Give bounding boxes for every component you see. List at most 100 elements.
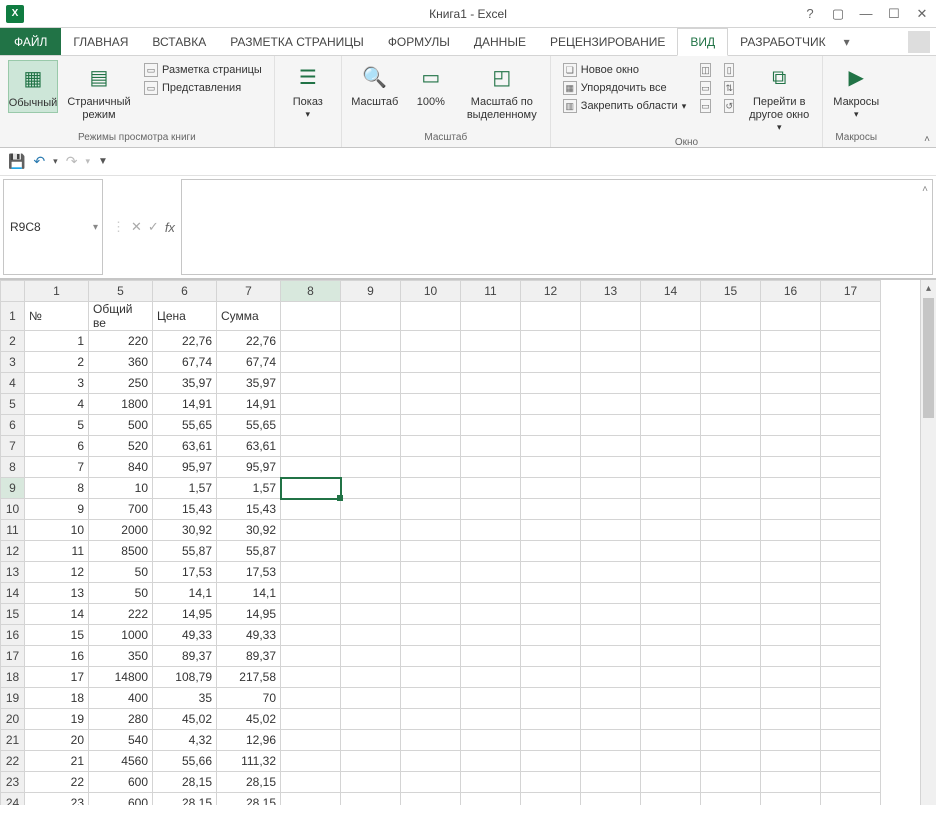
- cell[interactable]: [341, 415, 401, 436]
- cell[interactable]: [701, 331, 761, 352]
- cell[interactable]: [521, 541, 581, 562]
- cell[interactable]: 63,61: [153, 436, 217, 457]
- tab-вид[interactable]: ВИД: [677, 28, 728, 56]
- cell[interactable]: [401, 394, 461, 415]
- cell[interactable]: [701, 667, 761, 688]
- cell[interactable]: [341, 436, 401, 457]
- accept-formula-icon[interactable]: ✓: [148, 219, 159, 235]
- cell[interactable]: [581, 709, 641, 730]
- fx-icon[interactable]: fx: [165, 220, 175, 235]
- cell[interactable]: [581, 520, 641, 541]
- undo-menu-icon[interactable]: ▾: [53, 156, 58, 167]
- cell[interactable]: 14,1: [217, 583, 281, 604]
- cell[interactable]: [641, 478, 701, 499]
- undo-icon[interactable]: ↶: [33, 153, 45, 170]
- cell[interactable]: [701, 394, 761, 415]
- cell[interactable]: 14: [25, 604, 89, 625]
- cell[interactable]: [341, 709, 401, 730]
- cell[interactable]: 28,15: [153, 793, 217, 806]
- cell[interactable]: [401, 583, 461, 604]
- cell[interactable]: [521, 478, 581, 499]
- cell[interactable]: [461, 520, 521, 541]
- cell[interactable]: 18: [25, 688, 89, 709]
- cell[interactable]: [521, 751, 581, 772]
- cell[interactable]: [641, 520, 701, 541]
- cell[interactable]: [341, 520, 401, 541]
- cell[interactable]: 1: [25, 331, 89, 352]
- cell[interactable]: [761, 541, 821, 562]
- cell[interactable]: [581, 541, 641, 562]
- cell[interactable]: [641, 667, 701, 688]
- row-header[interactable]: 16: [1, 625, 25, 646]
- cell[interactable]: [341, 583, 401, 604]
- cell[interactable]: 19: [25, 709, 89, 730]
- cell[interactable]: [821, 793, 881, 806]
- view-custom-views-button[interactable]: ▭ Представления: [140, 80, 266, 96]
- col-header-14[interactable]: 14: [641, 281, 701, 302]
- cell[interactable]: [521, 625, 581, 646]
- cell[interactable]: [521, 646, 581, 667]
- cell[interactable]: 2: [25, 352, 89, 373]
- cell[interactable]: [581, 373, 641, 394]
- zoom-100-button[interactable]: ▭ 100%: [406, 60, 456, 111]
- row-header[interactable]: 21: [1, 730, 25, 751]
- cell[interactable]: 108,79: [153, 667, 217, 688]
- cell[interactable]: [821, 709, 881, 730]
- cell[interactable]: [401, 415, 461, 436]
- cell[interactable]: 6: [25, 436, 89, 457]
- row-header[interactable]: 14: [1, 583, 25, 604]
- cell[interactable]: [461, 667, 521, 688]
- ribbon-options-icon[interactable]: ▢: [824, 0, 852, 28]
- cell[interactable]: [401, 604, 461, 625]
- cell[interactable]: [821, 478, 881, 499]
- cell[interactable]: [461, 457, 521, 478]
- cell[interactable]: [761, 499, 821, 520]
- cell[interactable]: [401, 457, 461, 478]
- cell[interactable]: 21: [25, 751, 89, 772]
- cell[interactable]: [581, 772, 641, 793]
- cell[interactable]: [701, 302, 761, 331]
- cell[interactable]: [281, 520, 341, 541]
- cell[interactable]: [341, 331, 401, 352]
- cell[interactable]: [821, 541, 881, 562]
- cell[interactable]: 14,95: [217, 604, 281, 625]
- col-header-6[interactable]: 6: [153, 281, 217, 302]
- cell[interactable]: 1,57: [217, 478, 281, 499]
- cell[interactable]: [461, 436, 521, 457]
- cell[interactable]: 600: [89, 772, 153, 793]
- row-header[interactable]: 17: [1, 646, 25, 667]
- cell[interactable]: [641, 499, 701, 520]
- cell[interactable]: [821, 436, 881, 457]
- cell[interactable]: [821, 772, 881, 793]
- cell[interactable]: 67,74: [153, 352, 217, 373]
- cell[interactable]: [701, 793, 761, 806]
- cell[interactable]: [641, 730, 701, 751]
- cell[interactable]: [521, 331, 581, 352]
- cell[interactable]: [461, 625, 521, 646]
- cell[interactable]: [281, 415, 341, 436]
- row-header[interactable]: 15: [1, 604, 25, 625]
- cell[interactable]: 15,43: [153, 499, 217, 520]
- cell[interactable]: [341, 793, 401, 806]
- cell[interactable]: 14,95: [153, 604, 217, 625]
- cell[interactable]: [401, 562, 461, 583]
- cell[interactable]: [761, 394, 821, 415]
- cell[interactable]: [461, 688, 521, 709]
- cell[interactable]: 15: [25, 625, 89, 646]
- cell[interactable]: [521, 436, 581, 457]
- zoom-button[interactable]: 🔍 Масштаб: [350, 60, 400, 111]
- cell[interactable]: [821, 331, 881, 352]
- vertical-scrollbar[interactable]: ▴: [920, 280, 936, 805]
- cell[interactable]: [281, 604, 341, 625]
- cell[interactable]: [401, 646, 461, 667]
- cell[interactable]: [521, 688, 581, 709]
- row-header[interactable]: 9: [1, 478, 25, 499]
- cell[interactable]: [581, 604, 641, 625]
- cell[interactable]: 2000: [89, 520, 153, 541]
- cell[interactable]: [761, 457, 821, 478]
- tab-рецензирование[interactable]: РЕЦЕНЗИРОВАНИЕ: [538, 28, 677, 55]
- cell[interactable]: 22: [25, 772, 89, 793]
- cell[interactable]: [701, 772, 761, 793]
- split-button[interactable]: ◫: [696, 62, 714, 78]
- arrange-all-button[interactable]: ▦Упорядочить все: [559, 80, 690, 96]
